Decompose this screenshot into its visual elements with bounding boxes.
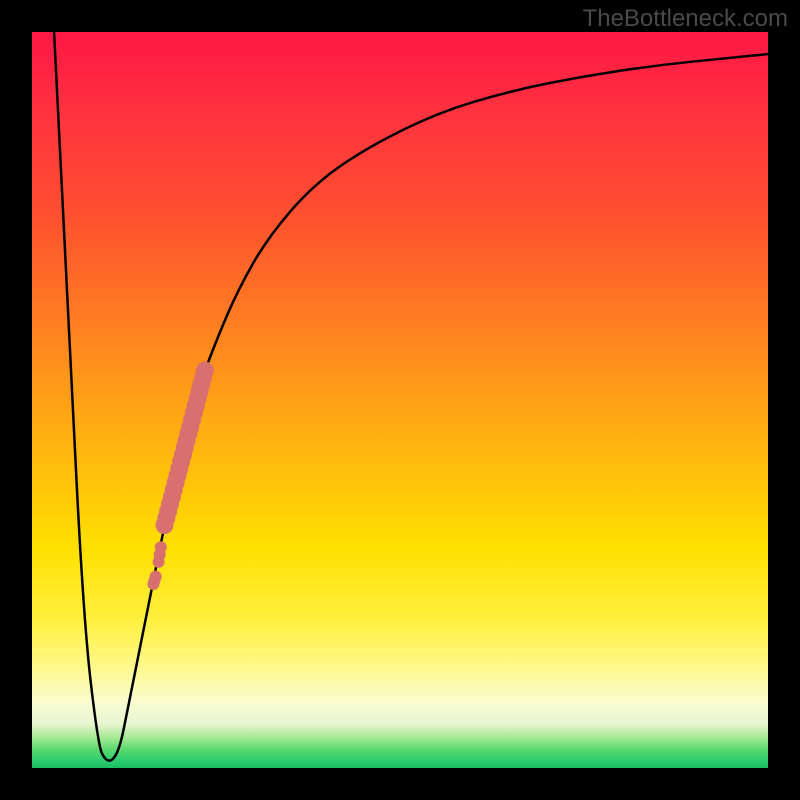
watermark-text: TheBottleneck.com <box>583 5 788 33</box>
bottleneck-curve <box>54 32 768 761</box>
plot-area <box>32 32 768 768</box>
highlight-dot <box>155 541 167 553</box>
highlight-markers <box>147 362 214 590</box>
highlight-dot <box>196 362 214 380</box>
highlight-dot <box>150 571 162 583</box>
chart-svg <box>32 32 768 768</box>
